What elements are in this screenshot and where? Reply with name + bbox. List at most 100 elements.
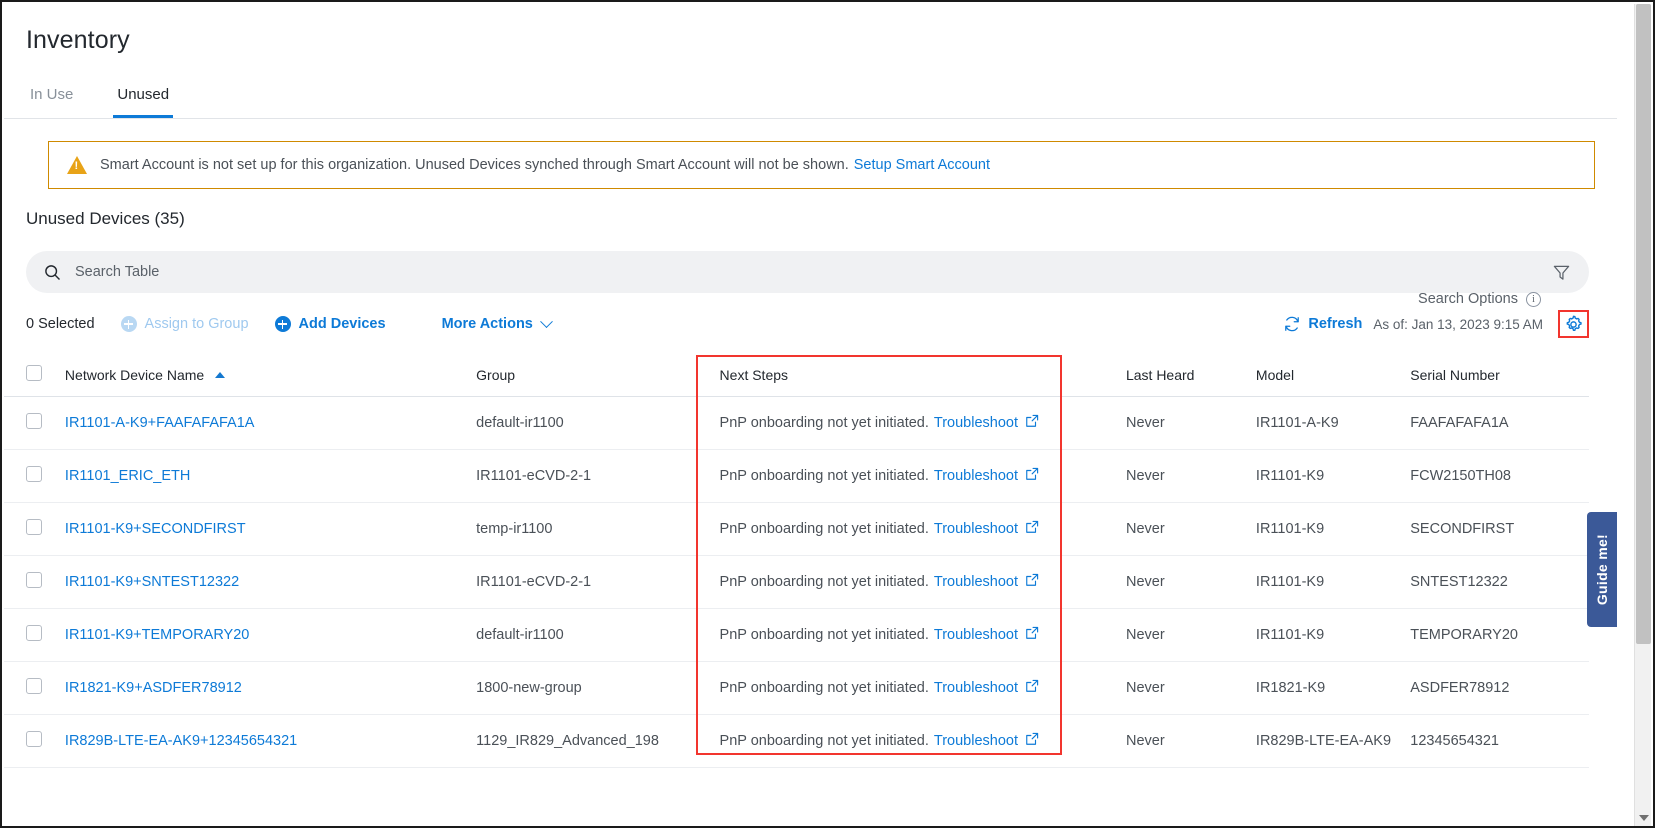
tab-in-use[interactable]: In Use: [26, 86, 77, 118]
table-body: IR1101-A-K9+FAAFAFAFA1A default-ir1100 PnP…: [4, 396, 1589, 768]
search-icon: [44, 264, 61, 281]
tab-unused[interactable]: Unused: [113, 86, 174, 118]
column-header-network-device-name[interactable]: Network Device Name: [64, 355, 477, 397]
troubleshoot-link[interactable]: Troubleshoot: [934, 680, 1018, 696]
select-all-header: [4, 355, 65, 397]
row-checkbox[interactable]: [26, 413, 42, 429]
scroll-down-arrow-icon[interactable]: [1638, 815, 1649, 821]
cell-model: IR829B-LTE-EA-AK9: [1255, 714, 1411, 768]
warning-triangle-icon: [67, 156, 87, 174]
assign-to-group-button[interactable]: Assign to Group: [120, 316, 249, 332]
more-actions-dropdown[interactable]: More Actions: [441, 314, 553, 332]
column-header-next-steps[interactable]: Next Steps: [701, 355, 1126, 397]
cell-model: IR1101-K9: [1255, 555, 1411, 609]
row-select-cell: [4, 502, 65, 556]
cell-group: default-ir1100: [476, 608, 702, 662]
row-checkbox[interactable]: [26, 519, 42, 535]
chevron-down-icon: [540, 314, 553, 328]
search-options-label: Search Options: [1418, 291, 1518, 307]
table-row: IR829B-LTE-EA-AK9+12345654321 1129_IR829_…: [4, 714, 1589, 768]
row-checkbox[interactable]: [26, 466, 42, 482]
device-name-link[interactable]: IR1101-K9+SECONDFIRST: [65, 521, 246, 537]
external-link-icon: [1025, 732, 1039, 750]
next-steps-text: PnP onboarding not yet initiated.: [719, 574, 929, 590]
table-row: IR1101-A-K9+FAAFAFAFA1A default-ir1100 PnP…: [4, 396, 1589, 450]
guide-me-label: Guide me!: [1594, 533, 1610, 606]
setup-smart-account-link[interactable]: Setup Smart Account: [854, 157, 990, 173]
table-toolbar: 0 Selected Assign to Group Add Devices M…: [4, 291, 1617, 355]
add-devices-label: Add Devices: [298, 316, 386, 332]
refresh-button[interactable]: Refresh: [1283, 315, 1362, 333]
troubleshoot-link[interactable]: Troubleshoot: [934, 521, 1018, 537]
next-steps-text: PnP onboarding not yet initiated.: [719, 468, 929, 484]
cell-network-device-name: IR1101-K9+SECONDFIRST: [64, 502, 477, 556]
column-header-group[interactable]: Group: [476, 355, 702, 397]
cell-network-device-name: IR1101_ERIC_ETH: [64, 449, 477, 503]
as-of-timestamp: As of: Jan 13, 2023 9:15 AM: [1373, 316, 1543, 332]
cell-model: IR1101-K9: [1255, 608, 1411, 662]
next-steps-text: PnP onboarding not yet initiated.: [719, 627, 929, 643]
device-name-link[interactable]: IR1101-A-K9+FAAFAFAFA1A: [65, 415, 255, 431]
window-frame: Inventory In Use Unused Smart Account is…: [0, 0, 1655, 828]
table-row: IR1101-K9+TEMPORARY20 default-ir1100 PnP o…: [4, 608, 1589, 662]
search-options-button[interactable]: Search Options i: [1418, 291, 1541, 307]
cell-last-heard: Never: [1125, 449, 1256, 503]
troubleshoot-link[interactable]: Troubleshoot: [934, 733, 1018, 749]
troubleshoot-link[interactable]: Troubleshoot: [934, 415, 1018, 431]
table-row: IR1101-K9+SNTEST12322 IR1101-eCVD-2-1 PnP …: [4, 555, 1589, 609]
cell-model: IR1101-A-K9: [1255, 396, 1411, 450]
cell-model: IR1821-K9: [1255, 661, 1411, 715]
cell-next-steps: PnP onboarding not yet initiated. Trouble…: [701, 449, 1126, 503]
column-header-last-heard[interactable]: Last Heard: [1125, 355, 1256, 397]
filter-funnel-icon[interactable]: [1552, 263, 1571, 282]
next-steps-text: PnP onboarding not yet initiated.: [719, 415, 929, 431]
smart-account-warning-banner: Smart Account is not set up for this org…: [48, 141, 1595, 189]
table-settings-gear-button[interactable]: [1558, 310, 1589, 338]
cell-next-steps: PnP onboarding not yet initiated. Trouble…: [701, 502, 1126, 556]
cell-network-device-name: IR1821-K9+ASDFER78912: [64, 661, 477, 715]
row-checkbox[interactable]: [26, 572, 42, 588]
troubleshoot-link[interactable]: Troubleshoot: [934, 468, 1018, 484]
next-steps-text: PnP onboarding not yet initiated.: [719, 680, 929, 696]
table-row: IR1101-K9+SECONDFIRST temp-ir1100 PnP onbo…: [4, 502, 1589, 556]
external-link-icon: [1025, 679, 1039, 697]
table-row: IR1821-K9+ASDFER78912 1800-new-group PnP o…: [4, 661, 1589, 715]
external-link-icon: [1025, 626, 1039, 644]
device-name-link[interactable]: IR1821-K9+ASDFER78912: [65, 680, 242, 696]
row-select-cell: [4, 608, 65, 662]
troubleshoot-link[interactable]: Troubleshoot: [934, 627, 1018, 643]
troubleshoot-link[interactable]: Troubleshoot: [934, 574, 1018, 590]
plus-circle-icon: [120, 316, 137, 332]
row-checkbox[interactable]: [26, 678, 42, 694]
cell-group: IR1101-eCVD-2-1: [476, 449, 702, 503]
external-link-icon: [1025, 520, 1039, 538]
row-select-cell: [4, 661, 65, 715]
cell-network-device-name: IR829B-LTE-EA-AK9+12345654321: [64, 714, 477, 768]
info-icon[interactable]: i: [1526, 291, 1541, 307]
unused-devices-count: Unused Devices (35): [26, 209, 185, 228]
row-checkbox[interactable]: [26, 731, 42, 747]
add-devices-button[interactable]: Add Devices: [274, 316, 386, 332]
device-name-link[interactable]: IR829B-LTE-EA-AK9+12345654321: [65, 733, 297, 749]
column-header-model[interactable]: Model: [1255, 355, 1411, 397]
row-select-cell: [4, 555, 65, 609]
select-all-checkbox[interactable]: [26, 365, 42, 381]
cell-last-heard: Never: [1125, 502, 1256, 556]
device-name-link[interactable]: IR1101-K9+SNTEST12322: [65, 574, 239, 590]
unused-devices-table: Network Device Name Group Next Steps Las…: [4, 355, 1589, 768]
guide-me-tab[interactable]: Guide me!: [1587, 512, 1617, 627]
more-actions-label: More Actions: [441, 316, 533, 332]
column-header-serial-number[interactable]: Serial Number: [1410, 355, 1589, 397]
refresh-icon: [1283, 315, 1301, 333]
cell-network-device-name: IR1101-K9+SNTEST12322: [64, 555, 477, 609]
row-select-cell: [4, 396, 65, 450]
vertical-scrollbar[interactable]: [1634, 4, 1651, 826]
search-table-input[interactable]: Search Table: [26, 251, 1589, 293]
scrollbar-thumb[interactable]: [1636, 4, 1651, 644]
column-label: Network Device Name: [64, 366, 205, 383]
device-name-link[interactable]: IR1101-K9+TEMPORARY20: [65, 627, 249, 643]
row-checkbox[interactable]: [26, 625, 42, 641]
cell-next-steps: PnP onboarding not yet initiated. Trouble…: [701, 396, 1126, 450]
device-name-link[interactable]: IR1101_ERIC_ETH: [65, 468, 190, 484]
cell-model: IR1101-K9: [1255, 502, 1411, 556]
